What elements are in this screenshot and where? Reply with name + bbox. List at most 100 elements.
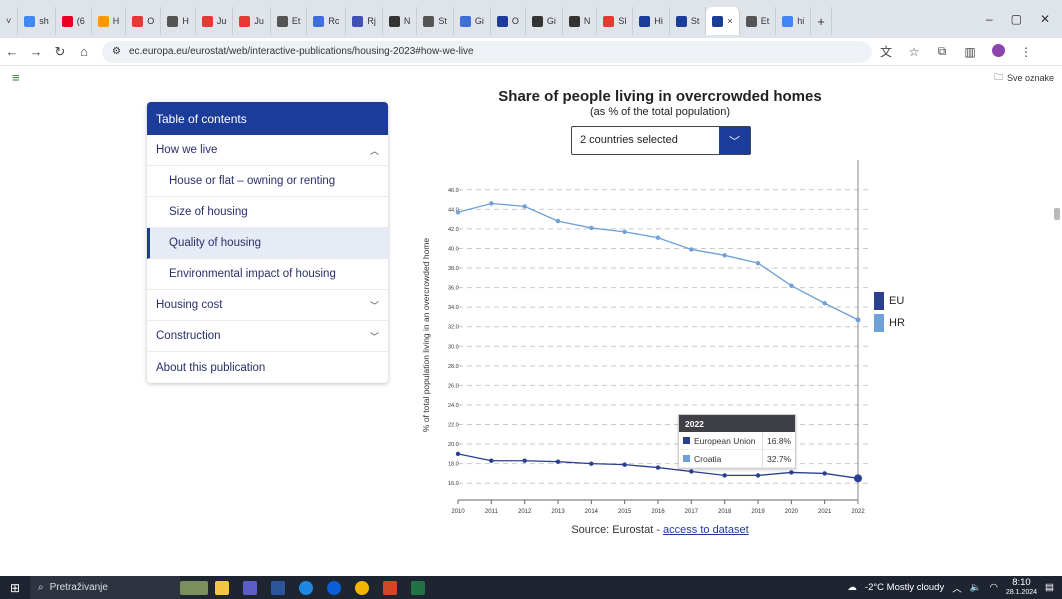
data-point-eu[interactable] xyxy=(722,473,727,478)
taskbar-app-image[interactable] xyxy=(180,576,208,599)
reload-icon[interactable]: ↻ xyxy=(48,44,72,60)
chevron-down-icon[interactable]: ﹀ xyxy=(719,127,750,154)
browser-tab[interactable]: (6 xyxy=(56,7,92,35)
browser-tab[interactable]: H xyxy=(92,7,127,35)
scrollbar-thumb[interactable] xyxy=(1054,208,1060,220)
toc-item-environmental-impact[interactable]: Environmental impact of housing xyxy=(147,259,388,290)
data-point-hr[interactable] xyxy=(689,247,694,252)
data-point-hr[interactable] xyxy=(622,229,627,235)
data-point-eu[interactable] xyxy=(755,473,761,478)
data-point-hr[interactable] xyxy=(855,317,861,323)
new-tab-button[interactable]: + xyxy=(811,7,832,35)
toc-item-about-publication[interactable]: About this publication xyxy=(147,352,388,383)
excel-icon[interactable] xyxy=(404,576,432,599)
data-point-eu[interactable] xyxy=(689,469,694,474)
url-bar[interactable]: ⚙ ec.europa.eu/eurostat/web/interactive-… xyxy=(102,40,872,63)
hamburger-menu-icon[interactable]: ≡ xyxy=(12,70,20,85)
browser-tab[interactable]: N xyxy=(383,7,418,35)
data-point-hr[interactable] xyxy=(655,235,661,240)
maximize-icon[interactable]: ▢ xyxy=(1011,12,1022,26)
windows-start-icon[interactable]: ⊞ xyxy=(0,581,30,595)
close-window-icon[interactable]: ✕ xyxy=(1040,12,1050,26)
data-point-eu[interactable] xyxy=(555,459,561,464)
data-point-hr[interactable] xyxy=(489,201,494,206)
bookmark-star-icon[interactable]: ☆ xyxy=(900,45,928,59)
data-point-hr[interactable] xyxy=(789,283,794,288)
browser-tab[interactable]: O xyxy=(491,7,526,35)
browser-tab[interactable]: Et xyxy=(271,7,308,35)
chart-source: Source: Eurostat - access to dataset xyxy=(420,524,900,536)
data-point-eu[interactable] xyxy=(489,458,494,463)
browser-tab[interactable]: Ju xyxy=(233,7,271,35)
browser-tab[interactable]: St xyxy=(417,7,454,35)
toc-item-how-we-live[interactable]: How we live ︿ xyxy=(147,135,388,166)
data-point-eu[interactable] xyxy=(655,465,661,470)
browser-tab[interactable]: Sl xyxy=(597,7,634,35)
home-icon[interactable]: ⌂ xyxy=(72,44,96,59)
country-select-dropdown[interactable]: 2 countries selected ﹀ xyxy=(571,126,751,155)
forward-icon[interactable]: → xyxy=(24,44,48,59)
data-point-hr[interactable] xyxy=(455,210,461,215)
data-point-eu[interactable] xyxy=(622,462,627,467)
toc-item-construction[interactable]: Construction ﹀ xyxy=(147,321,388,352)
browser-tab[interactable]: Rj xyxy=(346,7,383,35)
data-point-hr[interactable] xyxy=(755,260,761,266)
teams-icon[interactable] xyxy=(236,576,264,599)
source-prefix: Source: Eurostat - xyxy=(571,524,664,536)
tray-chevron-icon[interactable]: ︿ xyxy=(952,581,962,595)
taskbar-search[interactable]: ⌕ Pretraživanje xyxy=(30,576,180,599)
data-point-eu[interactable] xyxy=(789,470,794,475)
weather-text[interactable]: -2°C Mostly cloudy xyxy=(865,582,944,593)
volume-icon[interactable]: 🔈 xyxy=(970,582,982,593)
all-bookmarks-button[interactable]: 🗀 Sve oznake xyxy=(994,70,1054,86)
browser-tab[interactable]: St xyxy=(670,7,707,35)
browser-tab[interactable]: Ju xyxy=(196,7,234,35)
extensions-icon[interactable]: ⧉ xyxy=(928,44,956,59)
legend-item-eu[interactable]: EU xyxy=(874,290,905,312)
data-point-eu[interactable] xyxy=(822,471,827,476)
data-point-eu[interactable] xyxy=(522,458,527,463)
data-point-eu[interactable] xyxy=(589,461,594,466)
browser-tab[interactable]: sh xyxy=(18,7,56,35)
back-icon[interactable]: ← xyxy=(0,44,24,59)
data-point-eu[interactable] xyxy=(455,451,461,457)
taskbar-app-icon[interactable] xyxy=(320,576,348,599)
browser-tab[interactable]: H xyxy=(161,7,196,35)
minimize-icon[interactable]: – xyxy=(986,12,993,26)
legend-item-hr[interactable]: HR xyxy=(874,312,905,334)
menu-dots-icon[interactable]: ⋮ xyxy=(1012,45,1040,59)
data-point-hr[interactable] xyxy=(555,218,561,224)
word-icon[interactable] xyxy=(264,576,292,599)
chrome-icon[interactable] xyxy=(348,576,376,599)
browser-tab[interactable]: × xyxy=(706,7,740,35)
sidebar-icon[interactable]: ▥ xyxy=(956,45,984,59)
data-point-hr[interactable] xyxy=(722,253,727,258)
clock[interactable]: 8:10 28.1.2024 xyxy=(1006,577,1037,596)
data-point-hr[interactable] xyxy=(522,204,527,209)
tab-list-button[interactable]: ˅ xyxy=(0,7,19,35)
browser-tab[interactable]: Rc xyxy=(307,7,347,35)
browser-tab[interactable]: Et xyxy=(740,7,777,35)
toc-item-house-or-flat[interactable]: House or flat – owning or renting xyxy=(147,166,388,197)
translate-icon[interactable]: 文 xyxy=(872,43,900,60)
toc-item-size-of-housing[interactable]: Size of housing xyxy=(147,197,388,228)
browser-tab[interactable]: O xyxy=(126,7,162,35)
edge-icon[interactable] xyxy=(292,576,320,599)
browser-tab[interactable]: N xyxy=(563,7,598,35)
file-explorer-icon[interactable] xyxy=(208,576,236,599)
data-point-eu[interactable] xyxy=(854,474,862,483)
browser-tab[interactable]: Gi xyxy=(454,7,491,35)
notifications-icon[interactable]: ▤ xyxy=(1045,582,1054,593)
browser-tab[interactable]: Gi xyxy=(526,7,563,35)
network-icon[interactable]: ◠ xyxy=(990,582,998,593)
data-point-hr[interactable] xyxy=(822,301,827,306)
browser-tab[interactable]: Hi xyxy=(633,7,670,35)
access-dataset-link[interactable]: access to dataset xyxy=(663,524,749,536)
data-point-hr[interactable] xyxy=(589,225,594,231)
profile-avatar[interactable] xyxy=(984,43,1012,60)
powerpoint-icon[interactable] xyxy=(376,576,404,599)
site-settings-icon[interactable]: ⚙ xyxy=(112,46,121,57)
toc-item-quality-of-housing[interactable]: Quality of housing xyxy=(147,228,388,259)
toc-item-housing-cost[interactable]: Housing cost ﹀ xyxy=(147,290,388,321)
browser-tab[interactable]: hi xyxy=(776,7,812,35)
